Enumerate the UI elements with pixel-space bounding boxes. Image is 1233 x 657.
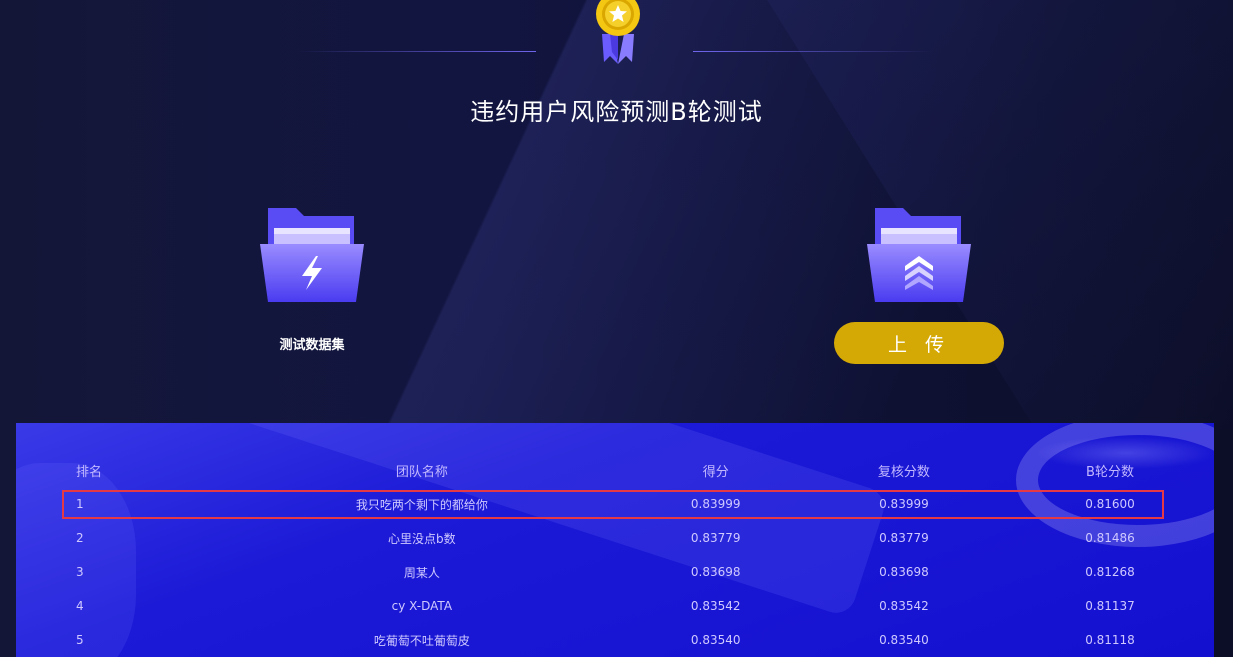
- score-cell: 0.83698: [690, 565, 741, 579]
- team-cell: 吃葡萄不吐葡萄皮: [373, 633, 470, 648]
- score-cell: 0.83999: [690, 497, 741, 511]
- table-header-row: 排名 团队名称 得分 复核分数 B轮分数: [16, 453, 1214, 487]
- rank-cell: 1: [76, 497, 84, 511]
- review-cell: 0.83698: [879, 565, 929, 579]
- table-row[interactable]: 5 吃葡萄不吐葡萄皮 0.83540 0.83540 0.81118: [16, 623, 1214, 657]
- review-cell: 0.83540: [879, 633, 929, 647]
- title-divider-left: [296, 51, 536, 52]
- page-title: 违约用户风险预测B轮测试: [470, 98, 763, 126]
- table-row[interactable]: 3 周某人 0.83698 0.83698 0.81268: [16, 555, 1214, 589]
- medal-icon: [596, 0, 640, 64]
- table-row[interactable]: 1 我只吃两个剩下的都给你 0.83999 0.83999 0.81600: [16, 487, 1214, 521]
- team-cell: 周某人: [403, 565, 440, 580]
- b-score-cell: 0.81137: [1085, 599, 1135, 613]
- b-score-cell: 0.81118: [1085, 633, 1135, 647]
- rank-cell: 4: [76, 599, 84, 613]
- rank-cell: 3: [76, 565, 84, 579]
- review-cell: 0.83999: [879, 497, 929, 511]
- score-cell: 0.83540: [690, 633, 741, 647]
- team-cell: 我只吃两个剩下的都给你: [355, 497, 488, 512]
- rank-cell: 2: [76, 531, 84, 545]
- column-header-rank: 排名: [76, 464, 103, 480]
- score-cell: 0.83542: [690, 599, 741, 613]
- column-header-b-score: B轮分数: [1086, 464, 1134, 480]
- b-score-cell: 0.81600: [1085, 497, 1135, 511]
- dataset-label[interactable]: 测试数据集: [250, 334, 374, 353]
- column-header-review: 复核分数: [877, 464, 930, 480]
- b-score-cell: 0.81486: [1085, 531, 1135, 545]
- column-header-score: 得分: [702, 464, 729, 480]
- team-cell: 心里没点b数: [388, 531, 456, 546]
- rank-cell: 5: [76, 633, 84, 647]
- b-score-cell: 0.81268: [1085, 565, 1135, 579]
- column-header-team: 团队名称: [395, 464, 448, 480]
- leaderboard-panel: 排名 团队名称 得分 复核分数 B轮分数 1 我只吃两个剩下的都给你 0.839…: [16, 423, 1214, 657]
- title-divider-right: [693, 51, 933, 52]
- leaderboard-table: 排名 团队名称 得分 复核分数 B轮分数 1 我只吃两个剩下的都给你 0.839…: [16, 453, 1214, 657]
- upload-folder-icon[interactable]: [867, 206, 971, 302]
- review-cell: 0.83779: [879, 531, 929, 545]
- team-cell: cy X-DATA: [391, 599, 453, 613]
- review-cell: 0.83542: [879, 599, 929, 613]
- upload-button[interactable]: 上 传: [834, 322, 1004, 364]
- score-cell: 0.83779: [690, 531, 741, 545]
- table-row[interactable]: 2 心里没点b数 0.83779 0.83779 0.81486: [16, 521, 1214, 555]
- table-row[interactable]: 4 cy X-DATA 0.83542 0.83542 0.81137: [16, 589, 1214, 623]
- dataset-folder-icon[interactable]: [260, 206, 364, 302]
